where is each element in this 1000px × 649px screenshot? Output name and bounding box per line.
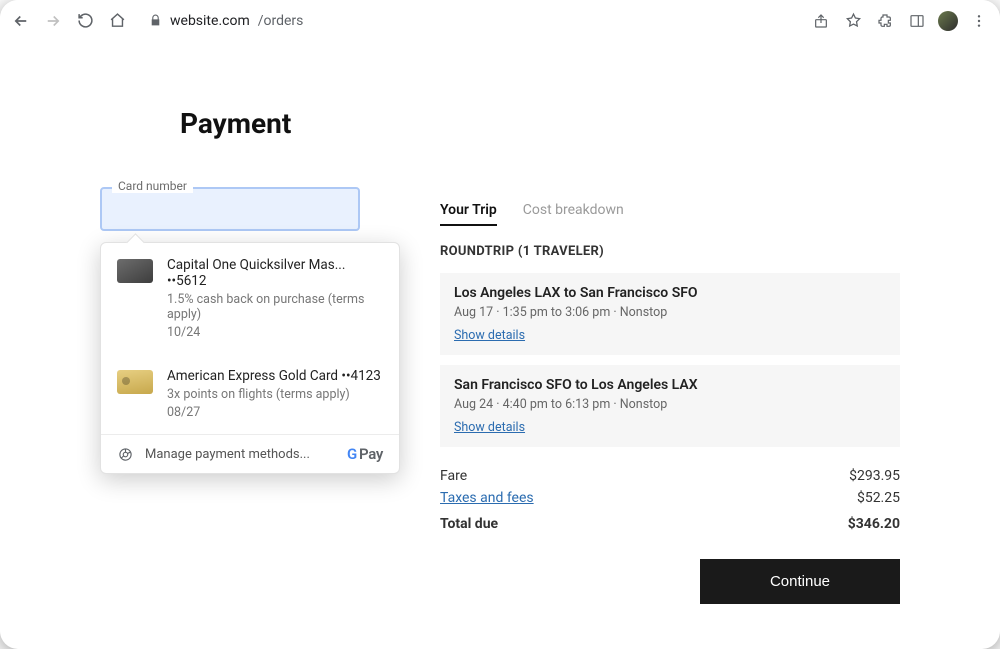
- card-autofill-dropdown: Capital One Quicksilver Mas... ••5612 1.…: [100, 242, 400, 474]
- card-suggestion-sub: 3x points on flights (terms apply): [167, 387, 381, 402]
- show-details-link[interactable]: Show details: [454, 328, 525, 343]
- browser-toolbar: website.com/orders: [0, 0, 1000, 42]
- forward-icon[interactable]: [42, 10, 64, 32]
- continue-button[interactable]: Continue: [700, 559, 900, 604]
- tab-cost-breakdown[interactable]: Cost breakdown: [523, 202, 624, 226]
- card-suggestion-title: Capital One Quicksilver Mas... ••5612: [167, 257, 383, 289]
- card-art-icon: [117, 259, 153, 283]
- card-suggestion-expiry: 08/27: [167, 405, 381, 420]
- lock-icon: [148, 14, 162, 28]
- page-content: Payment Card number Capital One Quicksil…: [0, 42, 1000, 649]
- reload-icon[interactable]: [74, 10, 96, 32]
- card-suggestion[interactable]: American Express Gold Card ••4123 3x poi…: [101, 354, 399, 434]
- total-label: Total due: [440, 516, 498, 532]
- browser-window: website.com/orders Payment Card number: [0, 0, 1000, 649]
- price-row-taxes: Taxes and fees $52.25: [440, 487, 900, 509]
- taxes-link[interactable]: Taxes and fees: [440, 490, 534, 506]
- url-path: /orders: [258, 13, 304, 29]
- home-icon[interactable]: [106, 10, 128, 32]
- price-row-fare: Fare $293.95: [440, 465, 900, 487]
- leg-meta: Aug 17 · 1:35 pm to 3:06 pm · Nonstop: [454, 305, 886, 320]
- kebab-menu-icon[interactable]: [968, 10, 990, 32]
- trip-heading: ROUNDTRIP (1 TRAVELER): [440, 244, 900, 259]
- taxes-value: $52.25: [857, 490, 900, 506]
- card-number-field[interactable]: Card number: [100, 187, 360, 231]
- show-details-link[interactable]: Show details: [454, 420, 525, 435]
- card-number-input[interactable]: [102, 189, 358, 229]
- panel-icon[interactable]: [906, 10, 928, 32]
- card-suggestion-title: American Express Gold Card ••4123: [167, 368, 381, 384]
- autofill-footer: Manage payment methods... GPay: [101, 434, 399, 473]
- bookmark-icon[interactable]: [842, 10, 864, 32]
- share-icon[interactable]: [810, 10, 832, 32]
- fare-label: Fare: [440, 468, 467, 484]
- card-suggestion-expiry: 10/24: [167, 325, 383, 340]
- card-number-label: Card number: [112, 179, 193, 193]
- tab-your-trip[interactable]: Your Trip: [440, 202, 497, 226]
- chrome-logo-icon: [117, 446, 133, 462]
- leg-meta: Aug 24 · 4:40 pm to 6:13 pm · Nonstop: [454, 397, 886, 412]
- flight-leg: San Francisco SFO to Los Angeles LAX Aug…: [440, 365, 900, 447]
- manage-payment-link[interactable]: Manage payment methods...: [145, 447, 310, 462]
- price-row-total: Total due $346.20: [440, 513, 900, 535]
- flight-leg: Los Angeles LAX to San Francisco SFO Aug…: [440, 273, 900, 355]
- gpay-logo: GPay: [347, 445, 383, 463]
- card-art-icon: [117, 370, 153, 394]
- back-icon[interactable]: [10, 10, 32, 32]
- fare-value: $293.95: [849, 468, 900, 484]
- total-value: $346.20: [848, 516, 900, 532]
- trip-summary: Your Trip Cost breakdown ROUNDTRIP (1 TR…: [440, 102, 900, 604]
- price-summary: Fare $293.95 Taxes and fees $52.25 Total…: [440, 465, 900, 535]
- url-host: website.com: [170, 13, 250, 29]
- leg-title: Los Angeles LAX to San Francisco SFO: [454, 285, 886, 301]
- trip-tabs: Your Trip Cost breakdown: [440, 202, 900, 226]
- address-bar[interactable]: website.com/orders: [148, 13, 303, 29]
- card-suggestion-sub: 1.5% cash back on purchase (terms apply): [167, 292, 383, 322]
- card-suggestion[interactable]: Capital One Quicksilver Mas... ••5612 1.…: [101, 243, 399, 354]
- profile-avatar[interactable]: [938, 11, 958, 31]
- payment-form: Card number Capital One Quicksilver Mas.…: [100, 102, 360, 604]
- extensions-icon[interactable]: [874, 10, 896, 32]
- leg-title: San Francisco SFO to Los Angeles LAX: [454, 377, 886, 393]
